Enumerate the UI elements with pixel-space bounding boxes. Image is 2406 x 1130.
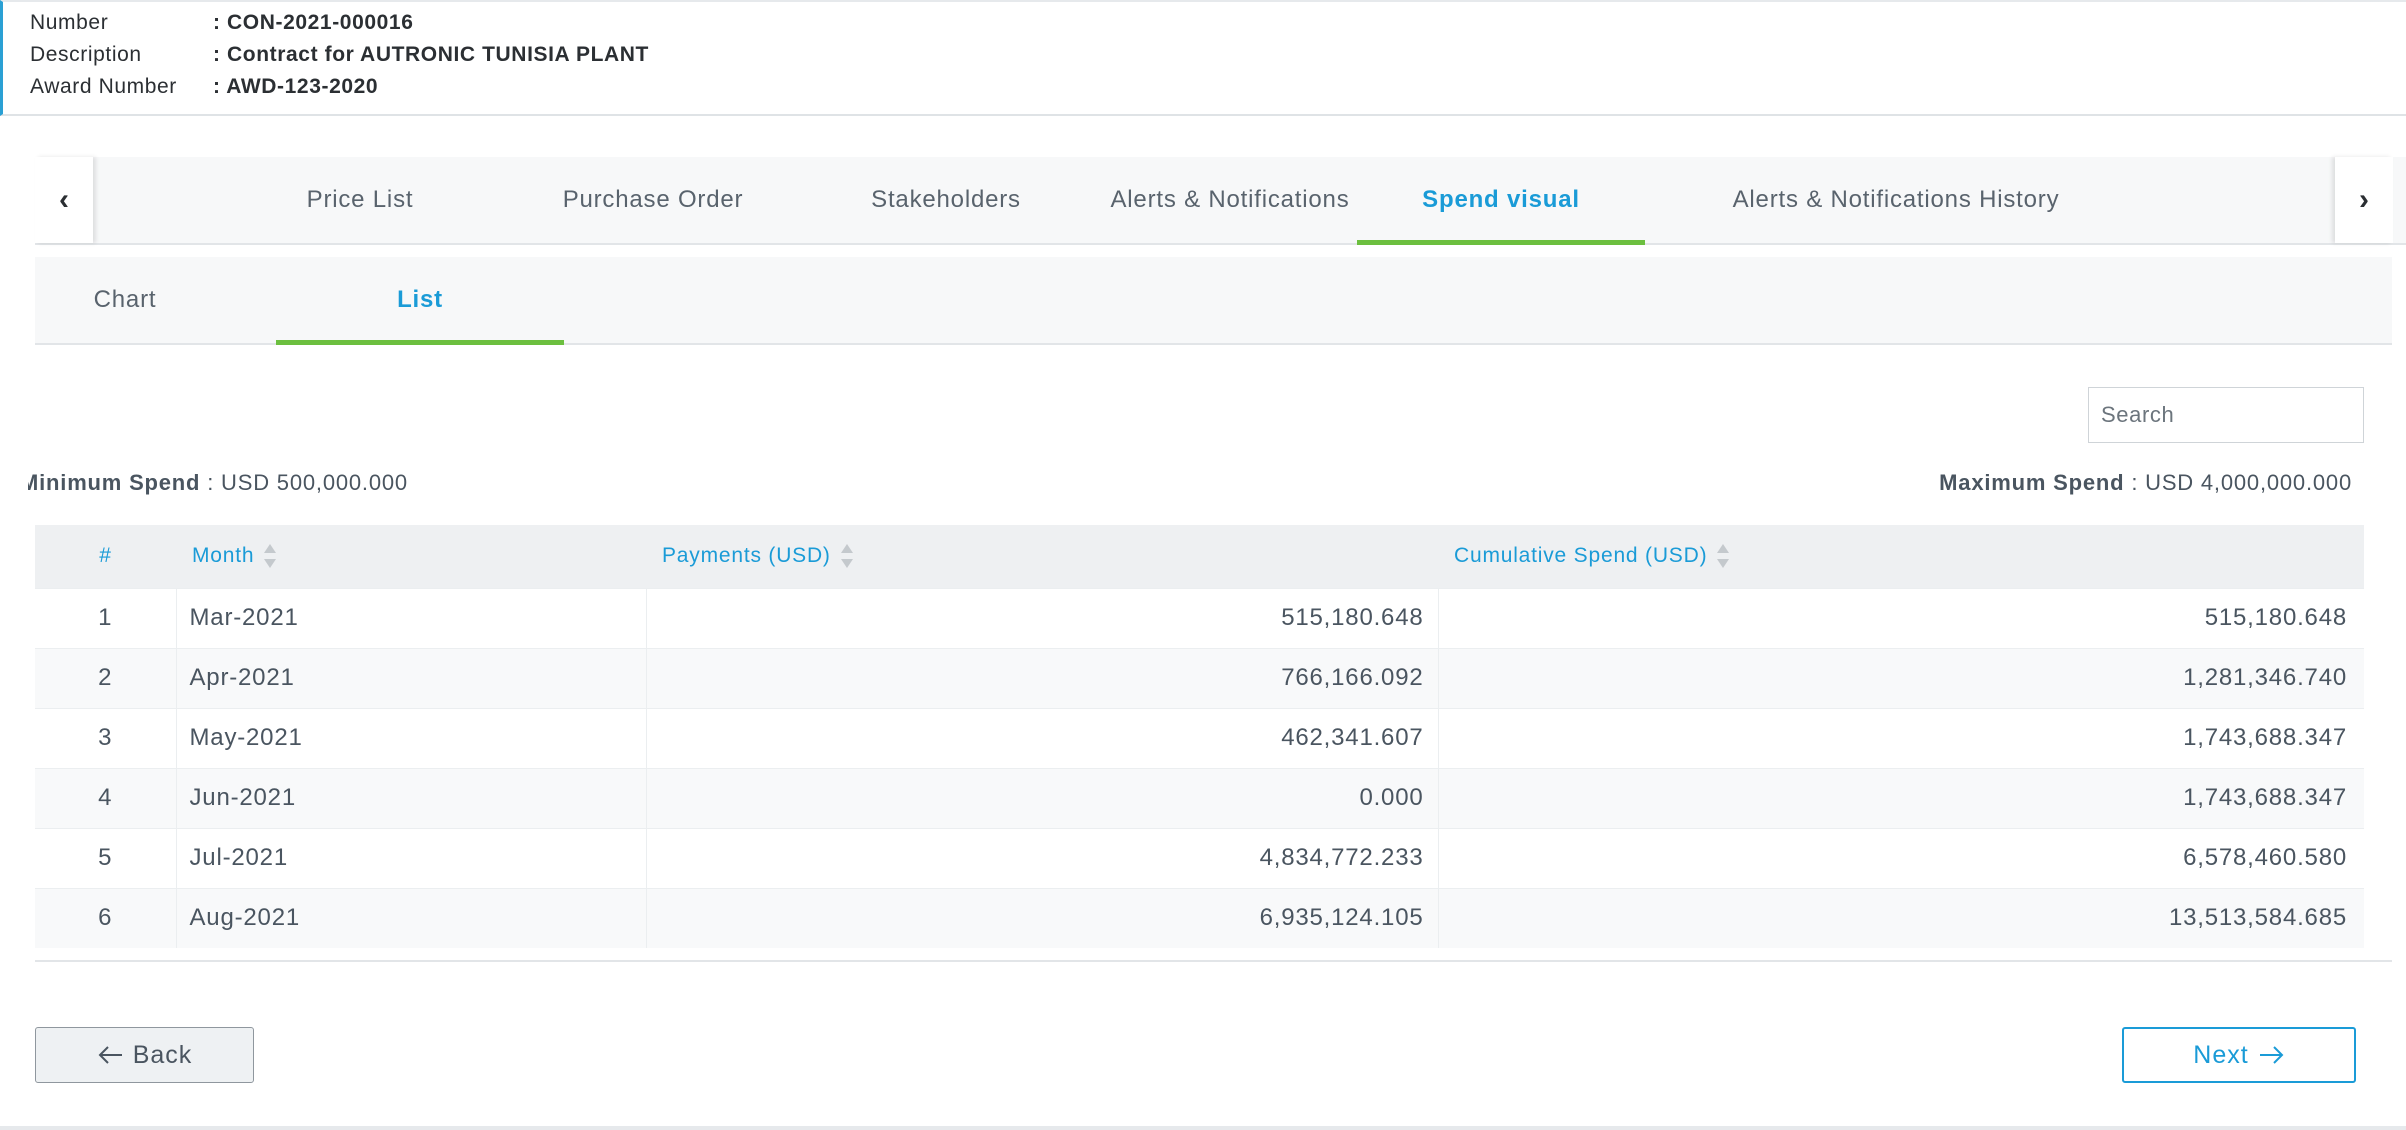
contract-description-value: : Contract for AUTRONIC TUNISIA PLANT — [213, 43, 649, 66]
maximum-spend-label: Maximum Spend — [1939, 470, 2125, 495]
cell-month: Apr-2021 — [175, 648, 647, 708]
cell-month: Jul-2021 — [175, 828, 647, 888]
main-tab-bar: ‹ Price List Purchase Order Stakeholders… — [35, 157, 2406, 245]
maximum-spend: Maximum Spend : USD 4,000,000.000 — [1939, 470, 2352, 496]
award-number-value: : AWD-123-2020 — [213, 75, 379, 98]
column-header-month[interactable]: Month — [176, 525, 646, 588]
next-button-label: Next — [2193, 1040, 2249, 1069]
table-row: 6 Aug-2021 6,935,124.105 13,513,584.685 — [35, 888, 2364, 948]
contract-number-value: : CON-2021-000016 — [213, 11, 414, 34]
spend-table-container: # Month Payments (USD) Cumulative Spend … — [35, 525, 2392, 962]
arrow-right-icon — [2259, 1045, 2285, 1065]
minimum-spend-label: Minimum Spend — [28, 470, 201, 495]
cell-cumulative: 13,513,584.685 — [2168, 904, 2347, 932]
cell-index: 5 — [98, 844, 113, 871]
table-row: 2 Apr-2021 766,166.092 1,281,346.740 — [35, 648, 2364, 708]
tabs-scroll-right-button[interactable]: › — [2335, 157, 2393, 243]
award-number-label: Award Number — [30, 75, 177, 98]
tab-purchase-order[interactable]: Purchase Order — [505, 157, 801, 243]
cell-cumulative: 1,743,688.347 — [2183, 784, 2347, 811]
table-row: 4 Jun-2021 0.000 1,743,688.347 — [35, 768, 2364, 828]
tab-spend-visual[interactable]: Spend visual — [1357, 157, 1645, 245]
cell-index: 6 — [98, 904, 113, 932]
sort-icon[interactable] — [1717, 544, 1730, 569]
page-bottom-border — [0, 1126, 2406, 1130]
table-row: 1 Mar-2021 515,180.648 515,180.648 — [35, 588, 2364, 648]
cell-payments: 0.000 — [646, 768, 1439, 828]
table-row: 3 May-2021 462,341.607 1,743,688.347 — [35, 708, 2364, 768]
cell-cumulative: 1,743,688.347 — [2183, 724, 2347, 751]
cell-index: 4 — [98, 784, 113, 811]
tabs-scroll-left-button[interactable]: ‹ — [35, 157, 93, 243]
search-input[interactable] — [2088, 387, 2364, 443]
table-header-row: # Month Payments (USD) Cumulative Spend … — [35, 525, 2364, 588]
tab-price-list[interactable]: Price List — [253, 157, 467, 243]
contract-number-label: Number — [30, 11, 109, 34]
cell-payments: 515,180.648 — [646, 588, 1439, 648]
tab-alerts-notifications-history[interactable]: Alerts & Notifications History — [1667, 157, 2125, 243]
tab-list[interactable]: List — [276, 257, 564, 345]
contract-description-row: Description : Contract for AUTRONIC TUNIS… — [30, 43, 649, 67]
award-number-row: Award Number : AWD-123-2020 — [30, 75, 378, 99]
cell-payments: 4,834,772.233 — [646, 828, 1439, 888]
cell-index: 2 — [98, 664, 113, 691]
cell-cumulative: 6,578,460.580 — [2183, 844, 2347, 871]
cell-index: 1 — [98, 604, 113, 631]
cell-index: 3 — [98, 724, 113, 751]
chevron-right-icon: › — [2359, 183, 2369, 216]
maximum-spend-value: : USD 4,000,000.000 — [2131, 470, 2352, 495]
sort-icon[interactable] — [264, 544, 277, 569]
column-header-payments[interactable]: Payments (USD) — [646, 525, 1438, 588]
table-row: 5 Jul-2021 4,834,772.233 6,578,460.580 — [35, 828, 2364, 888]
cell-payments: 6,935,124.105 — [646, 888, 1439, 948]
minimum-spend-value: : USD 500,000.000 — [207, 470, 408, 495]
spend-table: # Month Payments (USD) Cumulative Spend … — [35, 525, 2364, 948]
sort-icon[interactable] — [840, 544, 853, 569]
contract-number-row: Number : CON-2021-000016 — [30, 11, 413, 35]
column-header-index: # — [99, 544, 112, 568]
column-header-cumulative[interactable]: Cumulative Spend (USD) — [1438, 525, 2364, 588]
contract-info-header: Number : CON-2021-000016 Description : Con… — [0, 0, 2406, 116]
chevron-left-icon: ‹ — [59, 183, 69, 216]
next-button[interactable]: Next — [2122, 1027, 2356, 1083]
cell-cumulative: 1,281,346.740 — [2183, 664, 2347, 691]
cell-month: Jun-2021 — [175, 768, 647, 828]
cell-payments: 766,166.092 — [646, 648, 1439, 708]
tab-alerts-notifications[interactable]: Alerts & Notifications — [1071, 157, 1389, 243]
back-button-label: Back — [132, 1040, 193, 1069]
contract-description-label: Description — [30, 43, 142, 66]
cell-month: May-2021 — [175, 708, 647, 768]
cell-payments: 462,341.607 — [646, 708, 1439, 768]
cell-month: Aug-2021 — [175, 888, 647, 948]
tab-stakeholders[interactable]: Stakeholders — [821, 157, 1071, 243]
cell-month: Mar-2021 — [175, 588, 647, 648]
arrow-left-icon — [97, 1045, 123, 1065]
back-button[interactable]: Back — [35, 1027, 254, 1083]
minimum-spend: Minimum Spend : USD 500,000.000 — [28, 470, 528, 496]
tab-chart[interactable]: Chart — [35, 257, 215, 343]
cell-cumulative: 515,180.648 — [2204, 604, 2347, 631]
view-tab-bar: Chart List — [35, 257, 2392, 345]
